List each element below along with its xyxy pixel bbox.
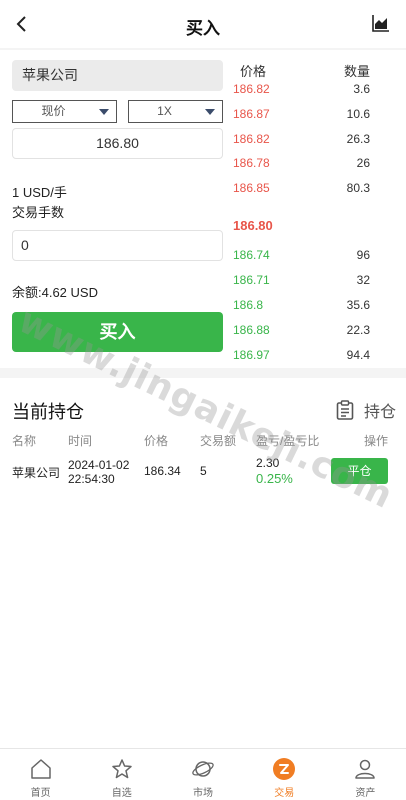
col-price: 价格 [144, 434, 169, 448]
nav-label: 交易 [274, 788, 295, 799]
positions-panel: 当前持仓 持仓 名称 时间 价格 交易额 盈亏/盈亏比 操作 苹果公司 2024… [0, 378, 406, 748]
caret-down-icon [205, 109, 215, 115]
ask-qty: 26.3 [346, 132, 370, 146]
bid-row[interactable]: 186.74 96 [233, 248, 373, 266]
position-time: 22:54:30 [68, 472, 115, 486]
ask-price: 186.82 [233, 132, 270, 146]
position-amount: 5 [200, 464, 207, 478]
position-price: 186.34 [144, 464, 181, 478]
bid-row[interactable]: 186.88 22.3 [233, 323, 373, 341]
bid-price: 186.97 [233, 348, 270, 362]
page-title: 买入 [186, 19, 220, 38]
bottom-nav: 首页 自选 市场 交易 资产 [0, 748, 406, 800]
close-position-button[interactable]: 平仓 [331, 458, 388, 484]
caret-down-icon [99, 109, 109, 115]
ask-price: 186.85 [233, 181, 270, 195]
current-price: 186.80 [233, 218, 273, 233]
bid-qty: 22.3 [346, 323, 370, 337]
col-action: 操作 [364, 434, 389, 448]
leverage-select[interactable]: 1X [128, 100, 223, 123]
buy-button[interactable]: 买入 [12, 312, 223, 352]
quantity-input[interactable]: 0 [12, 230, 223, 261]
nav-item-home[interactable]: 首页 [0, 749, 81, 800]
trade-icon [273, 758, 296, 780]
nav-label: 市场 [193, 788, 213, 799]
ask-qty: 26 [356, 156, 370, 170]
position-pnl: 2.30 [256, 456, 280, 470]
chart-button[interactable] [372, 14, 392, 34]
ask-price: 186.87 [233, 107, 270, 121]
positions-title: 当前持仓 [12, 402, 84, 422]
area-chart-icon [372, 15, 389, 32]
home-icon [30, 759, 51, 779]
ask-row[interactable]: 186.85 80.3 [233, 181, 373, 199]
quantity-label: 交易手数 [12, 205, 65, 220]
ask-row[interactable]: 186.82 26.3 [233, 132, 373, 150]
bid-qty: 94.4 [346, 348, 370, 362]
col-amount: 交易额 [200, 434, 237, 448]
clipboard-icon [336, 400, 354, 420]
positions-link-label: 持仓 [363, 404, 396, 421]
ask-qty: 10.6 [346, 107, 370, 121]
ask-row[interactable]: 186.78 26 [233, 156, 373, 174]
bid-row[interactable]: 186.97 94.4 [233, 348, 373, 366]
nav-item-assets[interactable]: 资产 [325, 749, 406, 800]
ask-row[interactable]: 186.87 10.6 [233, 107, 373, 125]
order-type-select[interactable]: 现价 [12, 100, 117, 123]
star-icon [112, 759, 132, 779]
stock-name-field: 苹果公司 [12, 60, 223, 91]
app-root: 买入 苹果公司 现价 1X 186.80 1 USD/手 交易手数 0 余额:4… [0, 0, 406, 800]
balance-text: 余额:4.62 USD [12, 285, 98, 300]
planet-icon [192, 761, 214, 777]
bid-row[interactable]: 186.71 32 [233, 273, 373, 291]
position-date: 2024-01-02 [68, 458, 130, 472]
nav-label: 自选 [111, 788, 132, 799]
lot-info: 1 USD/手 交易手数 [12, 183, 67, 223]
bid-qty: 32 [356, 273, 370, 287]
ask-row[interactable]: 186.82 3.6 [233, 82, 373, 100]
nav-item-market[interactable]: 市场 [162, 749, 243, 800]
price-input[interactable]: 186.80 [12, 128, 223, 159]
leverage-value: 1X [157, 104, 172, 118]
position-name: 苹果公司 [12, 466, 61, 480]
col-time: 时间 [68, 434, 93, 448]
position-pnl-ratio: 0.25% [256, 471, 293, 486]
nav-item-watchlist[interactable]: 自选 [81, 749, 162, 800]
book-price-header: 价格 [240, 64, 267, 79]
ask-price: 186.78 [233, 156, 270, 170]
ask-price: 186.82 [233, 82, 270, 96]
bid-price: 186.8 [233, 298, 264, 312]
ask-qty: 80.3 [346, 181, 370, 195]
nav-label: 首页 [30, 788, 51, 799]
positions-link[interactable]: 持仓 [336, 398, 396, 422]
top-bar: 买入 [0, 0, 406, 48]
bid-price: 186.74 [233, 248, 270, 262]
user-icon [355, 759, 376, 779]
order-type-value: 现价 [41, 104, 66, 118]
nav-label: 资产 [355, 788, 376, 799]
nav-item-trade[interactable]: 交易 [244, 749, 325, 800]
bid-qty: 35.6 [346, 298, 370, 312]
book-qty-header: 数量 [344, 64, 371, 79]
col-name: 名称 [12, 434, 37, 448]
bid-qty: 96 [356, 248, 370, 262]
bid-price: 186.71 [233, 273, 270, 287]
ask-qty: 3.6 [353, 82, 370, 96]
trade-panel: 苹果公司 现价 1X 186.80 1 USD/手 交易手数 0 余额:4.62… [0, 50, 406, 368]
bid-price: 186.88 [233, 323, 270, 337]
lot-size-label: 1 USD/手 [12, 185, 67, 200]
col-pnl: 盈亏/盈亏比 [256, 434, 320, 448]
bid-row[interactable]: 186.8 35.6 [233, 298, 373, 316]
